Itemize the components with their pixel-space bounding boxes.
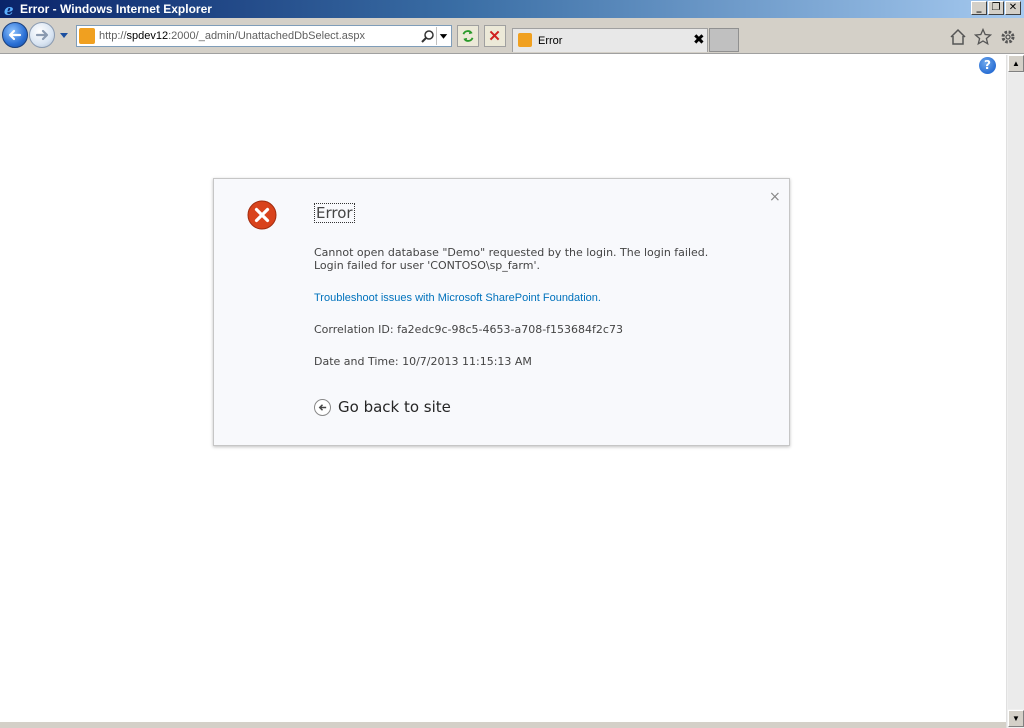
navigation-bar: http://spdev12:2000/_admin/UnattachedDbS…	[0, 18, 1024, 54]
url-text[interactable]: http://spdev12:2000/_admin/UnattachedDbS…	[99, 30, 365, 42]
refresh-button[interactable]	[457, 25, 479, 47]
site-favicon-icon	[79, 28, 95, 44]
scroll-up-button[interactable]: ▲	[1008, 55, 1024, 72]
refresh-icon	[462, 30, 474, 42]
help-icon[interactable]: ?	[979, 57, 996, 74]
tab-close-button[interactable]: ✖	[693, 32, 705, 48]
minimize-button[interactable]: _	[971, 1, 987, 15]
go-back-label: Go back to site	[338, 398, 451, 416]
search-icon[interactable]	[421, 29, 435, 43]
vertical-scrollbar[interactable]: ▲ ▼	[1006, 55, 1024, 728]
scroll-track[interactable]	[1008, 73, 1024, 709]
back-button[interactable]	[2, 22, 28, 48]
ie-logo-icon: e	[4, 1, 14, 17]
svg-text:e: e	[4, 1, 14, 17]
title-bar: e Error - Windows Internet Explorer _ ❐ …	[0, 0, 1024, 18]
maximize-button[interactable]: ❐	[988, 1, 1004, 15]
favorites-star-icon[interactable]	[974, 28, 992, 46]
error-message-line1: Cannot open database "Demo" requested by…	[314, 246, 709, 259]
url-domain: spdev12	[126, 30, 169, 42]
forward-arrow-icon	[35, 29, 49, 41]
back-arrow-icon	[8, 29, 22, 41]
url-path: :2000/_admin/UnattachedDbSelect.aspx	[168, 30, 366, 42]
close-window-button[interactable]: ✕	[1005, 1, 1021, 15]
error-dialog: × Error Cannot open database "Demo" requ…	[213, 178, 790, 446]
date-time: Date and Time: 10/7/2013 11:15:13 AM	[314, 355, 532, 368]
dialog-title: Error	[314, 203, 355, 223]
bottom-frame	[0, 722, 1006, 728]
browser-window: e Error - Windows Internet Explorer _ ❐ …	[0, 0, 1024, 728]
error-message-line2: Login failed for user 'CONTOSO\sp_farm'.	[314, 259, 540, 272]
scroll-down-button[interactable]: ▼	[1008, 710, 1024, 727]
history-dropdown-icon[interactable]	[59, 30, 69, 40]
stop-icon	[489, 30, 500, 41]
address-dropdown-icon[interactable]	[436, 27, 450, 45]
home-icon[interactable]	[949, 28, 967, 46]
troubleshoot-link[interactable]: Troubleshoot issues with Microsoft Share…	[314, 292, 601, 304]
correlation-id: Correlation ID: fa2edc9c-98c5-4653-a708-…	[314, 323, 623, 336]
forward-button[interactable]	[29, 22, 55, 48]
tab-error[interactable]: Error ✖	[512, 28, 708, 52]
new-tab-button[interactable]	[709, 28, 739, 52]
window-title: Error - Windows Internet Explorer	[20, 2, 212, 16]
stop-button[interactable]	[484, 25, 506, 47]
tab-label: Error	[538, 35, 563, 47]
dialog-close-button[interactable]: ×	[769, 189, 781, 205]
tab-favicon-icon	[518, 33, 532, 47]
tools-gear-icon[interactable]	[999, 28, 1017, 46]
error-icon	[247, 200, 277, 230]
error-message: Cannot open database "Demo" requested by…	[314, 246, 764, 272]
address-bar[interactable]: http://spdev12:2000/_admin/UnattachedDbS…	[76, 25, 452, 47]
back-circle-icon	[314, 398, 331, 416]
url-prefix: http://	[99, 30, 127, 42]
go-back-link[interactable]: Go back to site	[314, 398, 451, 416]
